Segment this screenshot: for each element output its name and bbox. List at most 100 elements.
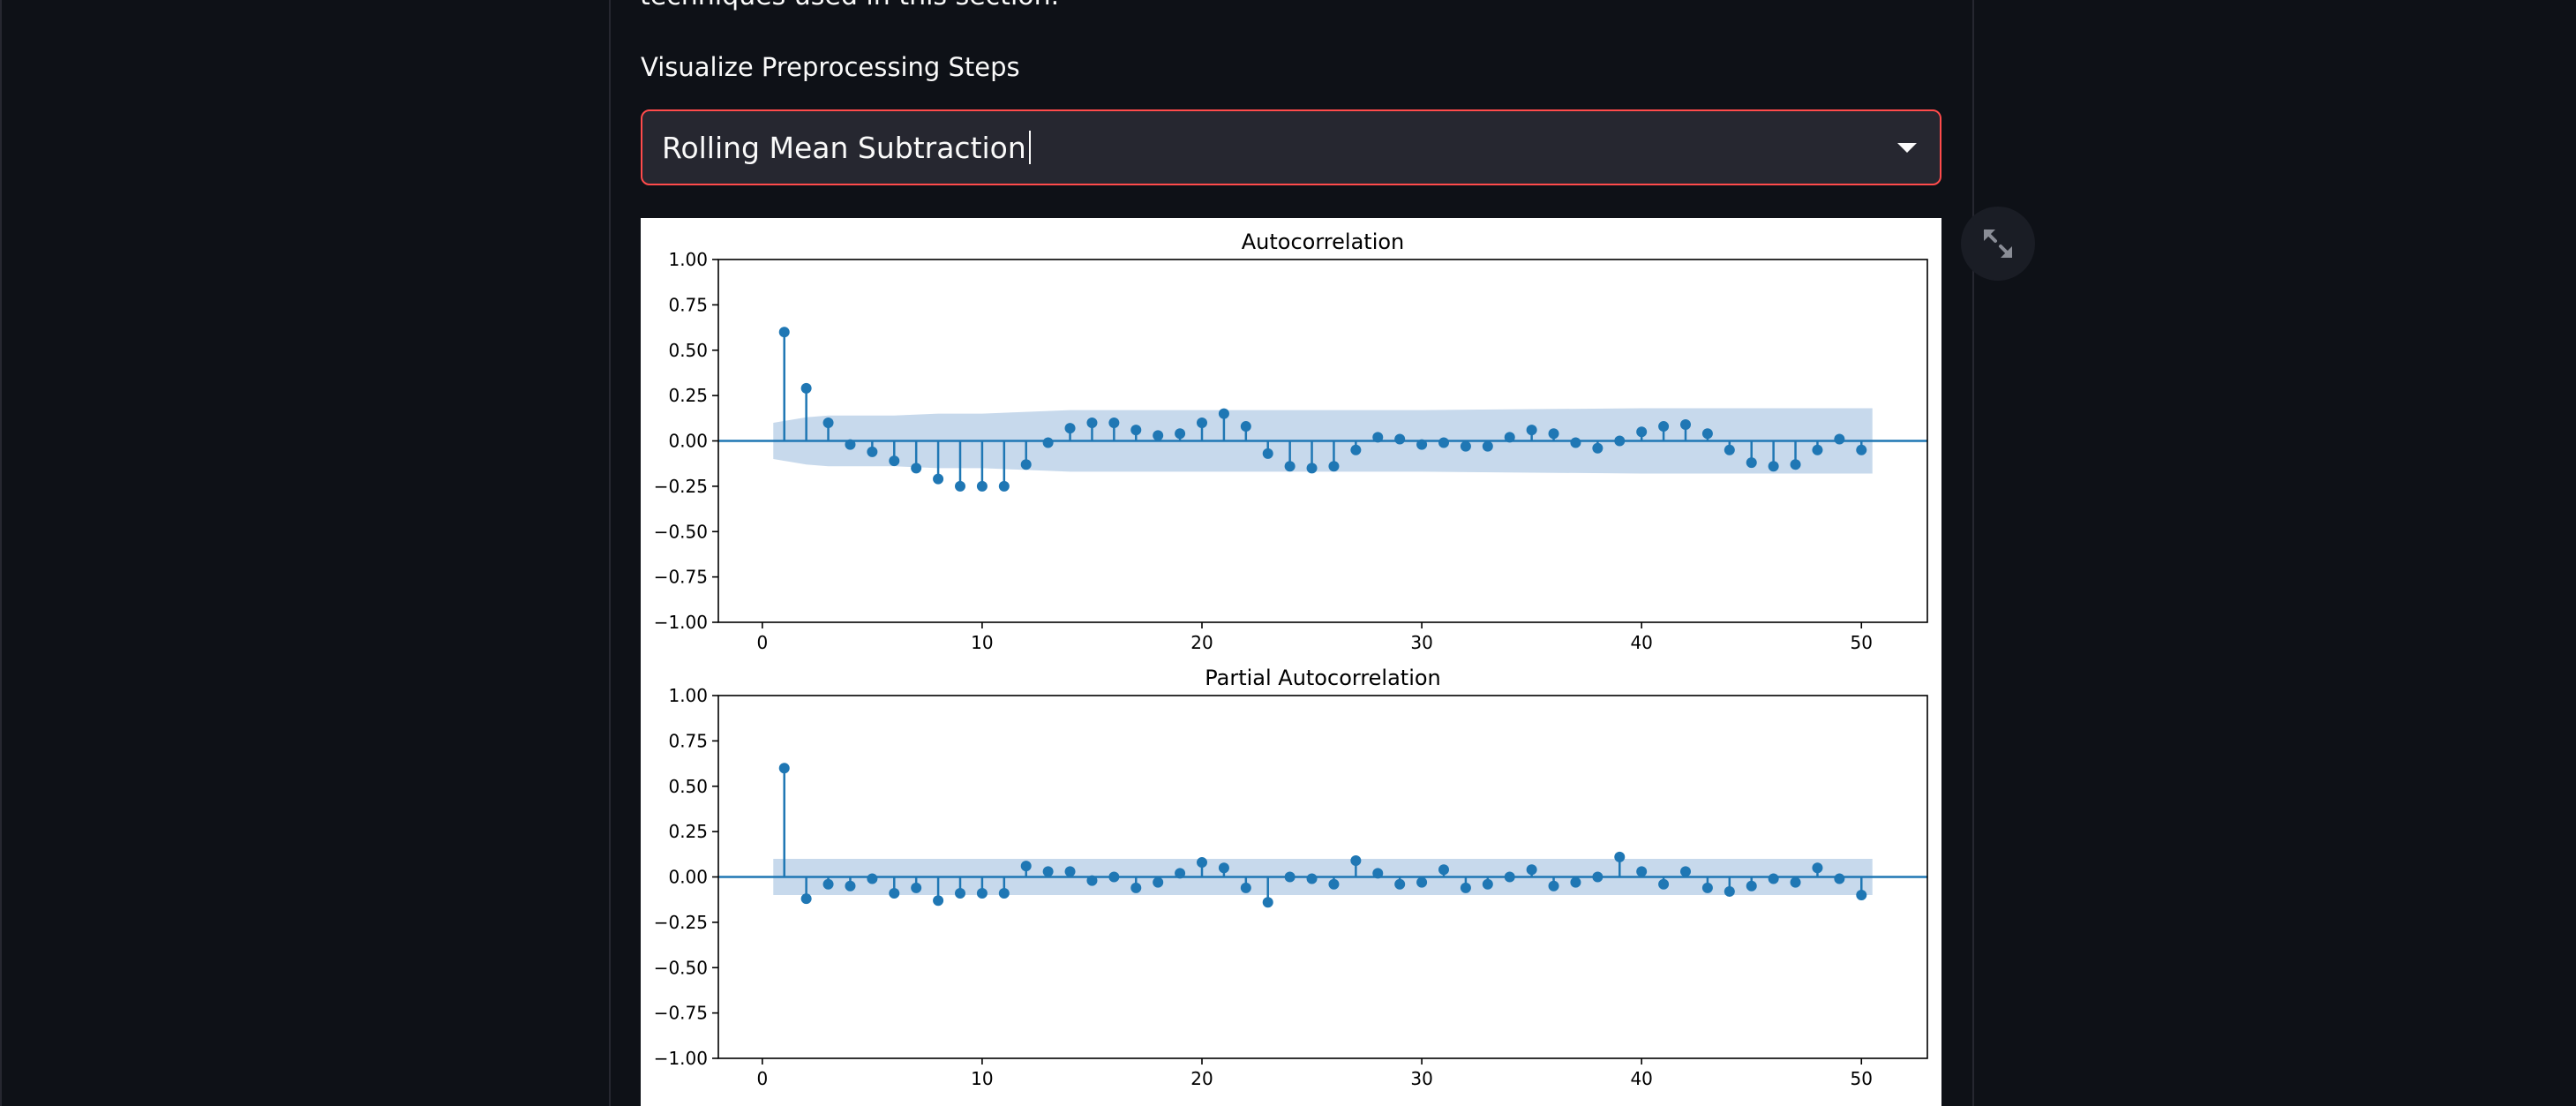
stem-marker [822, 417, 834, 428]
stem-marker [1350, 444, 1362, 455]
stem-marker [1064, 866, 1076, 877]
stem-marker [955, 887, 965, 899]
stem-marker [1548, 428, 1559, 440]
stem-marker [845, 880, 856, 892]
stem-marker [778, 763, 790, 774]
stem-marker [933, 473, 944, 485]
stem-marker [1548, 880, 1559, 892]
stem-marker [1438, 864, 1449, 876]
select-value[interactable]: Rolling Mean Subtraction [662, 131, 1031, 166]
stem-marker [1834, 433, 1845, 445]
chart-panel: Autocorrelation 1.00 0.75 0.50 0.25 0.00 −0.25… [654, 229, 1928, 653]
stem-marker [1746, 880, 1757, 892]
stem-marker [1328, 461, 1340, 472]
stem-marker [1724, 885, 1735, 897]
stem-marker [1746, 457, 1757, 469]
text-cursor [1028, 131, 1031, 164]
stem-marker [1086, 875, 1098, 886]
stem-marker [1724, 444, 1735, 455]
y-tick-label: 0.00 [668, 867, 708, 888]
chart-panel: Partial Autocorrelation 1.00 0.75 0.50 0.25 0… [654, 666, 1928, 1089]
stem-marker [1306, 873, 1318, 884]
x-tick-label: 30 [1410, 1068, 1432, 1089]
x-tick-label: 40 [1630, 632, 1652, 653]
stem-marker [1790, 877, 1801, 888]
stem-marker [1218, 408, 1229, 419]
stem-marker [1790, 459, 1801, 470]
y-tick-label: 1.00 [668, 685, 708, 706]
stem-marker [933, 895, 944, 907]
y-tick-label: −0.25 [654, 912, 708, 933]
x-tick-label: 50 [1851, 632, 1873, 653]
stem-marker [1240, 421, 1251, 433]
stem-marker [889, 887, 900, 899]
stem-marker [1856, 890, 1867, 901]
x-tick-label: 10 [971, 1068, 993, 1089]
stem-marker [976, 480, 988, 492]
stem-marker [911, 882, 922, 893]
stem-marker [1812, 862, 1823, 874]
stem-marker [1175, 868, 1186, 879]
preprocessing-step-select[interactable]: Rolling Mean Subtraction [641, 109, 1941, 185]
stem-marker [1570, 437, 1581, 448]
stem-marker [1614, 435, 1626, 447]
stem-marker [1680, 866, 1691, 877]
stem-marker [1416, 439, 1428, 450]
stem-marker [889, 455, 900, 467]
stem-marker [800, 382, 812, 394]
stem-marker [1834, 873, 1845, 884]
chevron-down-icon[interactable] [1897, 143, 1917, 153]
stem-marker [976, 887, 988, 899]
stem-marker [1658, 878, 1670, 890]
stem-marker [1130, 425, 1142, 436]
stem-marker [822, 878, 834, 890]
x-tick-label: 0 [756, 632, 768, 653]
y-tick-label: −0.50 [654, 521, 708, 542]
y-tick-label: 0.50 [668, 776, 708, 797]
stem-marker [1262, 448, 1273, 459]
stem-marker [1153, 877, 1164, 888]
x-tick-label: 30 [1410, 632, 1432, 653]
stem-marker [1526, 864, 1537, 876]
stem-marker [1504, 871, 1515, 883]
stem-marker [1504, 432, 1515, 443]
stem-marker [1064, 423, 1076, 434]
stem-marker [1020, 459, 1032, 470]
y-tick-label: −0.75 [654, 567, 708, 588]
y-tick-label: −1.00 [654, 612, 708, 633]
stem-marker [1197, 857, 1207, 869]
stem-marker [1636, 866, 1648, 877]
x-tick-label: 20 [1190, 1068, 1213, 1089]
stem-marker [1284, 461, 1296, 472]
stem-marker [1658, 421, 1670, 433]
stem-marker [1175, 428, 1186, 440]
x-tick-label: 0 [756, 1068, 768, 1089]
stem-marker [1130, 882, 1142, 893]
stem-marker [1042, 437, 1054, 448]
y-tick-label: −0.75 [654, 1003, 708, 1024]
y-tick-label: −1.00 [654, 1048, 708, 1069]
stem-marker [955, 480, 965, 492]
stem-marker [998, 480, 1010, 492]
y-tick-label: −0.25 [654, 476, 708, 497]
stem-marker [1768, 461, 1779, 472]
fullscreen-button[interactable] [1961, 207, 2035, 281]
stem-marker [1306, 463, 1318, 474]
stem-marker [1108, 871, 1120, 883]
stem-marker [1284, 871, 1296, 883]
stem-marker [1086, 417, 1098, 428]
stem-marker [845, 439, 856, 450]
chart-title: Partial Autocorrelation [1205, 666, 1441, 690]
chart-title: Autocorrelation [1242, 229, 1405, 254]
y-tick-label: 0.50 [668, 340, 708, 361]
stem-marker [1460, 440, 1471, 452]
stem-marker [1042, 866, 1054, 877]
stem-marker [1592, 871, 1603, 883]
stem-marker [1218, 862, 1229, 874]
y-tick-label: 1.00 [668, 249, 708, 270]
stem-marker [1701, 428, 1713, 440]
select-label: Visualize Preprocessing Steps [641, 52, 1020, 82]
expand-arrows-icon [1984, 229, 2012, 258]
x-tick-label: 50 [1851, 1068, 1873, 1089]
stem-marker [1350, 855, 1362, 867]
